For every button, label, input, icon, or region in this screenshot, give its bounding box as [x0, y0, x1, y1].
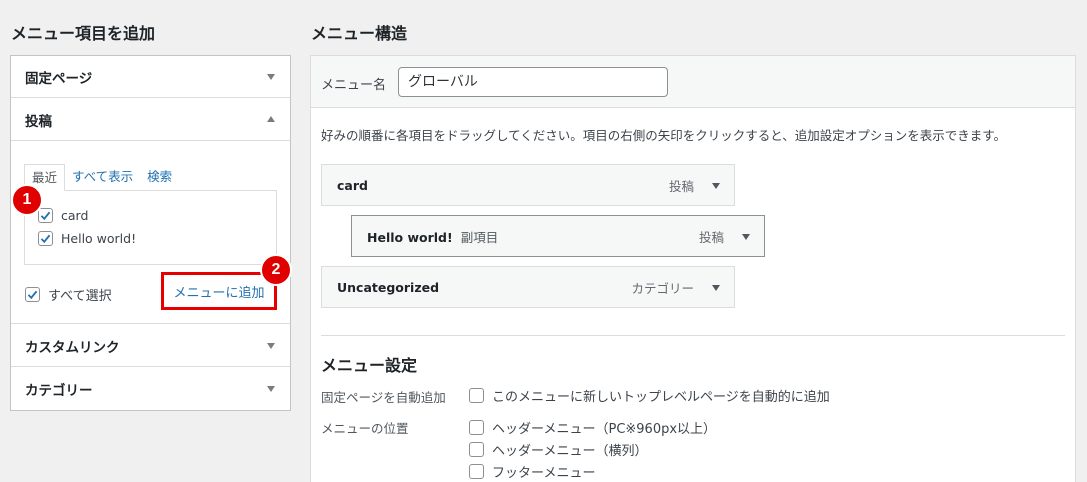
location-header-pc-label: ヘッダーメニュー（PC※960px以上） [492, 422, 717, 437]
menu-name-bar: メニュー名 グローバル [311, 56, 1075, 108]
accordion-pages[interactable]: 固定ページ [11, 56, 290, 98]
auto-add-option: このメニューに新しいトップレベルページを自動的に追加 [469, 386, 830, 405]
menu-item-hello-world[interactable]: Hello world! 副項目 投稿 [351, 215, 765, 257]
location-option-header-row: ヘッダーメニュー（横列） [469, 440, 647, 459]
location-header-row-label: ヘッダーメニュー（横列） [492, 444, 648, 459]
recent-posts-list: card Hello world! [24, 190, 277, 265]
add-to-menu-button[interactable]: メニューに追加 [173, 282, 264, 301]
step-badge-1: 1 [11, 184, 43, 216]
expand-arrow-icon[interactable] [712, 285, 720, 291]
drag-instructions: 好みの順番に各項目をドラッグしてください。項目の右側の矢印をクリックすると、追加… [321, 128, 1007, 143]
location-header-pc-checkbox[interactable] [469, 420, 484, 435]
menu-item-card[interactable]: card 投稿 [321, 164, 735, 206]
location-option-footer: フッターメニュー [469, 462, 595, 481]
section-divider [321, 335, 1065, 336]
list-item: Hello world! [38, 231, 136, 246]
menu-settings-title: メニュー設定 [321, 356, 418, 375]
auto-add-option-label: このメニューに新しいトップレベルページを自動的に追加 [492, 390, 830, 405]
menu-structure-panel: メニュー名 グローバル 好みの順番に各項目をドラッグしてください。項目の右側の矢… [310, 55, 1076, 482]
menu-structure-heading: メニュー構造 [311, 24, 408, 43]
menu-name-input[interactable]: グローバル [398, 67, 668, 97]
menu-item-title: Uncategorized [337, 279, 440, 295]
post-card-checkbox[interactable] [38, 208, 53, 223]
sub-item-tag: 副項目 [460, 229, 499, 245]
accordion-custom-links-label: カスタムリンク [25, 339, 120, 356]
accordion-custom-links[interactable]: カスタムリンク [11, 325, 290, 367]
location-header-row-checkbox[interactable] [469, 442, 484, 457]
accordion-pages-label: 固定ページ [25, 70, 93, 87]
expand-arrow-icon[interactable] [742, 234, 750, 240]
accordion-posts[interactable]: 投稿 [11, 99, 290, 141]
menu-item-title: card [337, 177, 368, 193]
select-all-row: すべて選択 [25, 285, 112, 304]
select-all-label: すべて選択 [48, 289, 112, 304]
chevron-up-icon [267, 115, 275, 122]
tab-search[interactable]: 検索 [140, 164, 179, 191]
menu-item-uncategorized[interactable]: Uncategorized カテゴリー [321, 266, 735, 308]
list-item: card [38, 208, 88, 223]
step-badge-2: 2 [260, 254, 292, 286]
menu-item-type: 投稿 [698, 229, 724, 245]
tab-view-all[interactable]: すべて表示 [65, 164, 140, 191]
expand-arrow-icon[interactable] [712, 183, 720, 189]
select-all-checkbox[interactable] [25, 287, 40, 302]
auto-add-checkbox[interactable] [469, 388, 484, 403]
menu-item-type: カテゴリー [631, 280, 694, 296]
location-option-header-pc: ヘッダーメニュー（PC※960px以上） [469, 418, 716, 437]
menu-item-title: Hello world! 副項目 [367, 229, 499, 245]
auto-add-label: 固定ページを自動追加 [321, 390, 446, 405]
menu-location-label: メニューの位置 [321, 421, 409, 436]
post-hello-world-label: Hello world! [61, 231, 137, 246]
location-footer-label: フッターメニュー [492, 466, 596, 481]
add-menu-items-heading: メニュー項目を追加 [11, 24, 156, 43]
post-card-label: card [61, 208, 89, 223]
menu-item-type: 投稿 [668, 178, 694, 194]
chevron-down-icon [267, 342, 275, 349]
accordion-posts-label: 投稿 [25, 113, 52, 130]
posts-tabs: 最近 すべて表示 検索 [24, 164, 179, 191]
location-footer-checkbox[interactable] [469, 464, 484, 479]
posts-panel: 最近 すべて表示 検索 card Hello world! すべて選択 メニュー… [11, 141, 290, 324]
chevron-down-icon [267, 73, 275, 80]
post-hello-world-checkbox[interactable] [38, 231, 53, 246]
add-to-menu-highlight: メニューに追加 [161, 272, 277, 310]
accordion-categories[interactable]: カテゴリー [11, 368, 290, 410]
menu-name-label: メニュー名 [321, 78, 387, 93]
accordion-categories-label: カテゴリー [25, 383, 93, 399]
add-menu-items-panel: 固定ページ 投稿 最近 すべて表示 検索 card Hello world! す… [10, 55, 291, 411]
chevron-down-icon [267, 386, 275, 392]
